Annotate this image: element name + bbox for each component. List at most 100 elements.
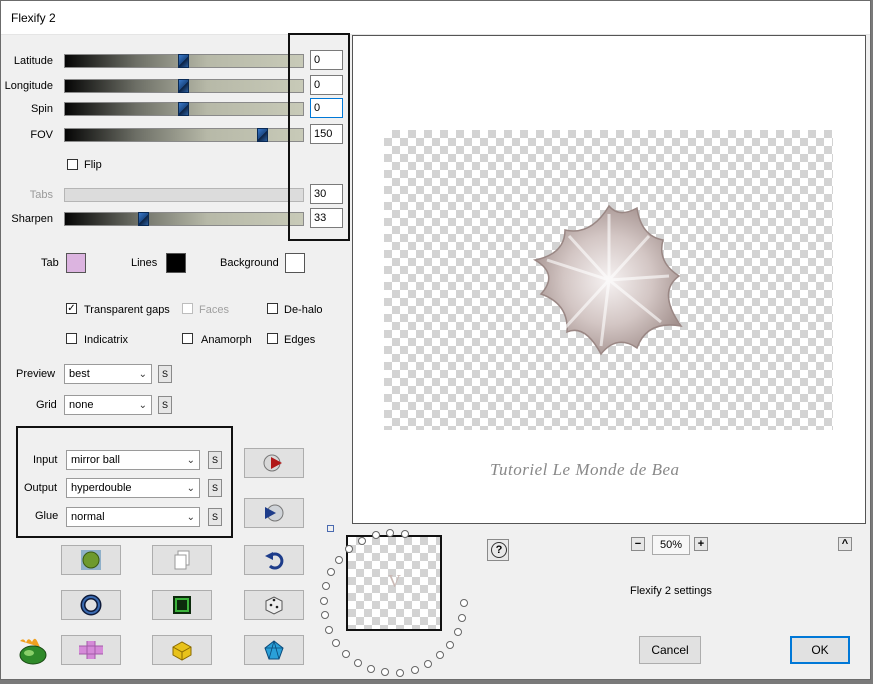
- undo-arrow-icon: [265, 552, 284, 570]
- zoom-level: 50%: [652, 535, 690, 555]
- orbit-dot[interactable]: [424, 660, 432, 668]
- orbit-dot[interactable]: [396, 669, 404, 677]
- transparent-gaps-label: Transparent gaps: [84, 304, 170, 316]
- anamorph-checkbox[interactable]: [182, 333, 193, 344]
- orbit-dot[interactable]: [401, 530, 409, 538]
- orbit-dot[interactable]: [372, 531, 380, 539]
- output-label: Output: [24, 482, 58, 494]
- play-forward-button[interactable]: [244, 498, 304, 528]
- zoom-out-button[interactable]: −: [631, 537, 645, 551]
- ball-button[interactable]: [61, 545, 121, 575]
- tab-color-label: Tab: [41, 257, 59, 269]
- glue-select-value: normal: [71, 511, 105, 523]
- sharpen-slider-thumb[interactable]: [138, 212, 149, 226]
- orbit-navigator[interactable]: V: [319, 525, 475, 677]
- blue-gem-icon: [264, 640, 284, 660]
- faces-checkbox[interactable]: [182, 303, 193, 314]
- output-s-button[interactable]: S: [208, 479, 222, 497]
- undo-button[interactable]: [244, 545, 304, 575]
- input-s-button[interactable]: S: [208, 451, 222, 469]
- longitude-slider-thumb[interactable]: [178, 79, 189, 93]
- spin-slider-thumb[interactable]: [178, 102, 189, 116]
- orbit-dot[interactable]: [342, 650, 350, 658]
- copy-pages-icon: [174, 550, 190, 570]
- cancel-button[interactable]: Cancel: [639, 636, 701, 664]
- indicatrix-checkbox[interactable]: [66, 333, 77, 344]
- cube-button[interactable]: [152, 635, 212, 665]
- logo: [16, 635, 48, 667]
- orbit-dot[interactable]: [411, 666, 419, 674]
- orbit-dot[interactable]: [325, 626, 333, 634]
- help-button[interactable]: ?: [487, 539, 509, 561]
- fov-slider-thumb[interactable]: [257, 128, 268, 142]
- glue-select[interactable]: normal ⌄: [66, 507, 200, 527]
- collapse-button[interactable]: ^: [838, 537, 852, 551]
- random-button[interactable]: [244, 590, 304, 620]
- window-title: Flexify 2: [11, 11, 56, 25]
- glue-s-button[interactable]: S: [208, 508, 222, 526]
- orbit-dot[interactable]: [454, 628, 462, 636]
- orbit-dot[interactable]: [335, 556, 343, 564]
- tab-color-swatch[interactable]: [66, 253, 86, 273]
- copy-button[interactable]: [152, 545, 212, 575]
- render-button[interactable]: [244, 448, 304, 478]
- orbit-dot[interactable]: [381, 668, 389, 676]
- grid-s-button[interactable]: S: [158, 396, 172, 414]
- settings-name: Flexify 2 settings: [630, 585, 712, 597]
- orbit-dot[interactable]: [321, 611, 329, 619]
- gem-button[interactable]: [244, 635, 304, 665]
- orbit-dot[interactable]: [320, 597, 328, 605]
- anamorph-label: Anamorph: [201, 334, 252, 346]
- square-button[interactable]: [152, 590, 212, 620]
- grid-select[interactable]: none ⌄: [64, 395, 152, 415]
- preview-label: Preview: [16, 368, 56, 380]
- latitude-slider[interactable]: [64, 54, 304, 68]
- lines-color-label: Lines: [131, 257, 158, 269]
- de-halo-checkbox[interactable]: [267, 303, 278, 314]
- edges-label: Edges: [284, 334, 316, 346]
- input-select-value: mirror ball: [71, 454, 120, 466]
- flaming-logo-icon: [19, 638, 47, 665]
- input-select[interactable]: mirror ball ⌄: [66, 450, 200, 470]
- orbit-dot[interactable]: [386, 529, 394, 537]
- edges-checkbox[interactable]: [267, 333, 278, 344]
- orbit-dot[interactable]: [358, 537, 366, 545]
- longitude-slider[interactable]: [64, 79, 304, 93]
- orbit-dot[interactable]: [458, 614, 466, 622]
- ring-button[interactable]: [61, 590, 121, 620]
- sharpen-slider[interactable]: [64, 212, 304, 226]
- preview-s-button[interactable]: S: [158, 365, 172, 383]
- green-square-icon: [173, 596, 191, 614]
- orbit-handle-icon[interactable]: [327, 525, 334, 532]
- orbit-dot[interactable]: [345, 545, 353, 553]
- orbit-dot[interactable]: [332, 639, 340, 647]
- output-select[interactable]: hyperdouble ⌄: [66, 478, 200, 498]
- chevron-down-icon: ⌄: [186, 512, 195, 523]
- tabs-slider[interactable]: [64, 188, 304, 202]
- title-bar: Flexify 2: [1, 1, 870, 35]
- preview-canvas[interactable]: [384, 130, 833, 430]
- orbit-dot[interactable]: [327, 568, 335, 576]
- spin-slider[interactable]: [64, 102, 304, 116]
- orbit-dot[interactable]: [446, 641, 454, 649]
- orbit-dot[interactable]: [367, 665, 375, 673]
- dice-icon: [265, 596, 283, 615]
- tabs-label: Tabs: [29, 189, 53, 201]
- preview-frame: Tutoriel Le Monde de Bea: [352, 35, 866, 524]
- transparent-gaps-checkbox[interactable]: ✓: [66, 303, 77, 314]
- orbit-dot[interactable]: [322, 582, 330, 590]
- orbit-dot[interactable]: [460, 599, 468, 607]
- lines-color-swatch[interactable]: [166, 253, 186, 273]
- green-ball-icon: [81, 550, 101, 570]
- orbit-dot[interactable]: [436, 651, 444, 659]
- zoom-in-button[interactable]: +: [694, 537, 708, 551]
- latitude-slider-thumb[interactable]: [178, 54, 189, 68]
- fov-slider[interactable]: [64, 128, 304, 142]
- background-color-swatch[interactable]: [285, 253, 305, 273]
- preview-select[interactable]: best ⌄: [64, 364, 152, 384]
- ok-button[interactable]: OK: [790, 636, 850, 664]
- orbit-dot[interactable]: [354, 659, 362, 667]
- add-button[interactable]: [61, 635, 121, 665]
- flip-label: Flip: [84, 159, 102, 171]
- flip-checkbox[interactable]: [67, 159, 78, 170]
